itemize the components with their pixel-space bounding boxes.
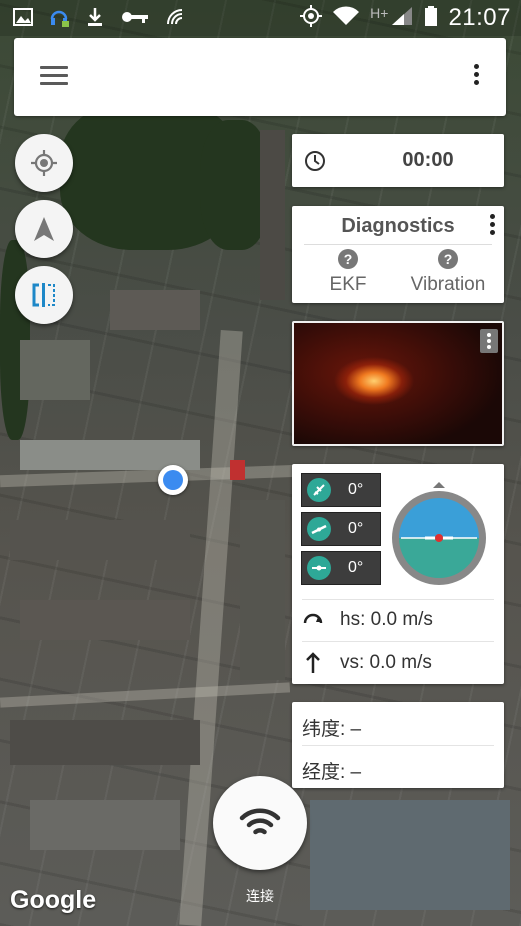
attitude-card: 0° 0° 0° hs: 0.0 m/s vs: 0.0 m/s <box>292 464 504 684</box>
roll-indicator: 0° <box>301 473 381 507</box>
status-clock: 21:07 <box>448 4 511 31</box>
download-icon <box>84 6 106 28</box>
divider <box>302 745 494 746</box>
arrow-up-icon <box>306 652 320 673</box>
gps-icon <box>300 4 323 32</box>
pitch-indicator: 0° <box>301 512 381 546</box>
divider <box>302 599 494 600</box>
divider <box>304 244 492 245</box>
navigate-button[interactable] <box>15 200 73 258</box>
diagnostics-item-ekf[interactable]: ? EKF <box>298 248 398 296</box>
speedometer-icon <box>303 613 323 624</box>
longitude-label: 经度: – <box>302 762 362 783</box>
yaw-indicator: 0° <box>301 551 381 585</box>
split-view-button[interactable] <box>15 266 73 324</box>
timer-value: 00:00 <box>402 149 454 171</box>
roll-icon <box>307 478 331 502</box>
diagnostics-item-label: Vibration <box>410 274 486 295</box>
navigation-arrow-icon <box>34 217 54 241</box>
horizontal-speed-value: hs: 0.0 m/s <box>340 609 433 630</box>
roll-value: 0° <box>348 481 364 498</box>
my-location-button[interactable] <box>15 134 73 192</box>
nfc-icon <box>164 6 186 28</box>
image-icon <box>12 6 34 28</box>
svg-text:?: ? <box>444 251 453 267</box>
network-type: H+ <box>370 5 389 21</box>
headset-icon <box>48 6 70 28</box>
key-icon <box>120 6 150 28</box>
more-vertical-icon[interactable] <box>480 329 498 353</box>
pitch-icon <box>307 517 331 541</box>
my-location-icon <box>31 150 57 176</box>
horizontal-speed: hs: 0.0 m/s <box>302 609 433 631</box>
yaw-icon <box>307 556 331 580</box>
hamburger-icon[interactable] <box>40 66 68 86</box>
artificial-horizon <box>392 482 486 585</box>
svg-text:?: ? <box>344 251 353 267</box>
split-view-icon <box>32 283 55 307</box>
coordinates-card: 纬度: – 经度: – <box>292 702 504 788</box>
connect-button[interactable] <box>213 776 307 870</box>
more-vertical-icon[interactable] <box>472 64 480 90</box>
diagnostics-item-label: EKF <box>329 274 367 295</box>
battery-icon <box>424 5 438 32</box>
video-feed-card[interactable] <box>292 321 504 446</box>
yaw-value: 0° <box>348 559 364 576</box>
connect-label: 连接 <box>246 888 274 904</box>
divider <box>302 641 494 642</box>
wifi-icon <box>239 808 281 835</box>
signal-icon <box>390 5 414 32</box>
diagnostics-menu-icon[interactable] <box>490 214 496 238</box>
top-app-bar <box>14 38 506 116</box>
vertical-speed-value: vs: 0.0 m/s <box>340 652 432 673</box>
current-location-marker <box>158 465 188 495</box>
video-feed[interactable] <box>294 323 502 444</box>
pitch-value: 0° <box>348 520 364 537</box>
clock-icon <box>305 151 325 171</box>
latitude-label: 纬度: – <box>302 719 362 740</box>
wifi-icon <box>332 5 360 32</box>
status-bar: H+ 21:07 <box>0 0 521 36</box>
diagnostics-card: Diagnostics ? EKF ? Vibration <box>292 206 504 303</box>
diagnostics-item-vibration[interactable]: ? Vibration <box>398 248 498 296</box>
google-attribution: Google <box>10 886 97 914</box>
help-circle-icon: ? <box>338 249 358 269</box>
flight-timer-card: 00:00 <box>292 134 504 187</box>
help-circle-icon: ? <box>438 249 458 269</box>
vertical-speed: vs: 0.0 m/s <box>302 652 432 674</box>
diagnostics-title: Diagnostics <box>341 215 455 237</box>
